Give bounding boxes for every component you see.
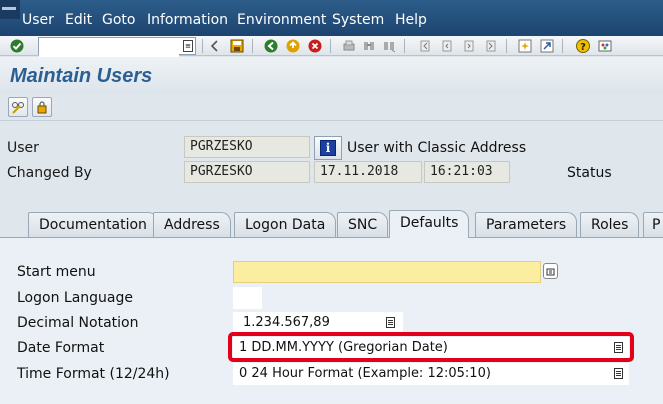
enter-icon[interactable] (8, 37, 26, 54)
menu-help[interactable]: Help (395, 12, 427, 28)
display-change-button[interactable] (8, 97, 28, 117)
user-row: User PGRZESKO i User with Classic Addres… (0, 136, 663, 160)
find-next-icon[interactable] (380, 37, 398, 54)
dropdown-list-icon[interactable] (386, 317, 395, 328)
toolbar-separator (330, 39, 331, 53)
cancel-icon[interactable] (306, 37, 324, 54)
info-icon: i (320, 140, 336, 156)
time-format-select[interactable]: 0 24 Hour Format (Example: 12:05:10) (233, 363, 629, 385)
other-user-button[interactable] (32, 97, 52, 117)
tab-defaults[interactable]: Defaults (389, 210, 470, 238)
address-type-text: User with Classic Address (347, 140, 527, 156)
menu-goto[interactable]: Goto (102, 12, 135, 28)
command-field[interactable]: ≡ (38, 37, 196, 57)
layout-icon[interactable] (596, 37, 614, 54)
svg-text:?: ? (580, 42, 586, 53)
back-icon[interactable] (262, 37, 280, 54)
previous-page-icon[interactable] (438, 37, 456, 54)
title-bar: Maintain Users (0, 57, 663, 93)
tab-parameters[interactable]: Parameters (475, 212, 578, 238)
logon-language-label: Logon Language (17, 290, 133, 306)
logon-language-input[interactable] (233, 287, 262, 309)
find-icon[interactable] (360, 37, 378, 54)
changed-by-row: Changed By PGRZESKO 17.11.2018 16:21:03 … (0, 161, 663, 185)
info-button[interactable]: i (314, 136, 342, 160)
command-history-icon[interactable]: ≡ (183, 40, 193, 52)
help-icon[interactable]: ? (574, 37, 592, 54)
decimal-notation-select[interactable]: 1.234.567,89 (233, 312, 403, 334)
system-menu-icon[interactable] (0, 0, 20, 19)
menu-information[interactable]: Information (147, 12, 228, 28)
start-menu-input[interactable] (233, 261, 541, 283)
tab-documentation[interactable]: Documentation (28, 212, 158, 238)
last-page-icon[interactable] (482, 37, 500, 54)
menu-edit[interactable]: Edit (65, 12, 92, 28)
menu-environment[interactable]: Environment (237, 12, 326, 28)
tab-strip: Documentation Address Logon Data SNC Def… (0, 210, 663, 238)
create-session-icon[interactable] (516, 37, 534, 54)
changed-by-field: PGRZESKO (184, 161, 310, 183)
tab-logon-data[interactable]: Logon Data (234, 212, 337, 238)
date-format-label: Date Format (17, 340, 105, 356)
decimal-notation-label: Decimal Notation (17, 315, 139, 331)
lock-icon (37, 101, 47, 114)
pencil-glasses-icon (12, 102, 24, 114)
back-nav-icon[interactable] (206, 37, 224, 54)
changed-by-label: Changed By (7, 165, 92, 181)
tab-snc[interactable]: SNC (337, 212, 389, 238)
menu-user[interactable]: User (22, 12, 54, 28)
tab-address[interactable]: Address (153, 212, 231, 238)
tab-profiles[interactable]: P (643, 212, 663, 238)
changed-date-field: 17.11.2018 (314, 161, 422, 183)
save-icon[interactable] (228, 37, 246, 54)
standard-toolbar: ≡ ? (0, 36, 663, 57)
date-format-highlight (228, 332, 634, 362)
toolbar-separator (404, 39, 405, 53)
application-toolbar (0, 93, 663, 121)
user-label: User (7, 140, 39, 156)
exit-icon[interactable] (284, 37, 302, 54)
toolbar-separator (562, 39, 563, 53)
changed-time-field: 16:21:03 (424, 161, 510, 183)
status-label: Status (567, 165, 612, 181)
toolbar-separator (506, 39, 507, 53)
toolbar-separator (252, 39, 253, 53)
dropdown-list-icon[interactable] (614, 368, 623, 379)
command-input[interactable] (39, 41, 179, 57)
next-page-icon[interactable] (460, 37, 478, 54)
page-title: Maintain Users (10, 65, 153, 87)
menu-bar: User Edit Goto Information Environment S… (0, 0, 663, 36)
shortcut-icon[interactable] (538, 37, 556, 54)
time-format-label: Time Format (12/24h) (17, 366, 170, 382)
first-page-icon[interactable] (416, 37, 434, 54)
toolbar-separator (202, 39, 203, 53)
user-field: PGRZESKO (184, 136, 310, 158)
start-menu-search-icon[interactable] (543, 263, 558, 279)
menu-system[interactable]: System (332, 12, 384, 28)
start-menu-label: Start menu (17, 264, 96, 280)
tab-roles[interactable]: Roles (580, 212, 640, 238)
print-icon[interactable] (340, 37, 358, 54)
